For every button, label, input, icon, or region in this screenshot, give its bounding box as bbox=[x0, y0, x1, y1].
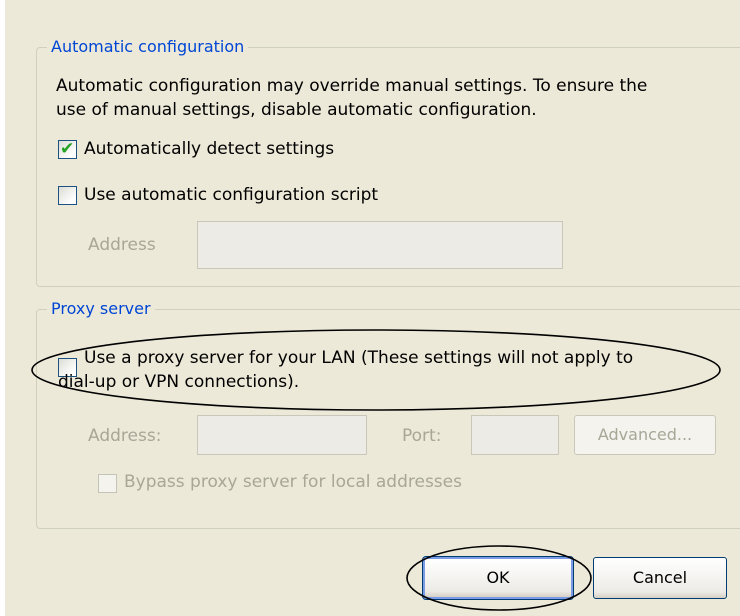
automatic-configuration-group: Automatic configuration Automatic config… bbox=[36, 37, 740, 287]
lan-settings-dialog: Automatic configuration Automatic config… bbox=[0, 0, 740, 616]
proxy-address-input[interactable] bbox=[197, 415, 367, 455]
checkmark-icon: ✔ bbox=[60, 139, 75, 159]
ok-button[interactable]: OK bbox=[422, 556, 574, 600]
proxy-server-group: Proxy server Use a proxy server for your… bbox=[36, 299, 740, 529]
bypass-local-checkbox[interactable] bbox=[98, 474, 117, 493]
proxy-port-label: Port: bbox=[402, 426, 442, 446]
auto-config-description-line2: use of manual settings, disable automati… bbox=[56, 100, 537, 120]
bypass-local-label[interactable]: Bypass proxy server for local addresses bbox=[124, 471, 462, 494]
proxy-port-input[interactable] bbox=[471, 415, 559, 455]
use-proxy-label-line1[interactable]: Use a proxy server for your LAN (These s… bbox=[84, 347, 633, 370]
proxy-server-legend: Proxy server bbox=[47, 299, 155, 319]
auto-detect-checkbox[interactable]: ✔ bbox=[58, 139, 77, 159]
auto-script-checkbox[interactable] bbox=[58, 186, 77, 205]
auto-script-label[interactable]: Use automatic configuration script bbox=[84, 184, 378, 207]
advanced-button[interactable]: Advanced... bbox=[574, 415, 716, 455]
cancel-button[interactable]: Cancel bbox=[593, 557, 727, 599]
use-proxy-label-line2[interactable]: dial-up or VPN connections). bbox=[58, 371, 299, 394]
auto-config-description-line1: Automatic configuration may override man… bbox=[56, 76, 648, 96]
auto-script-address-input[interactable] bbox=[197, 221, 563, 269]
auto-detect-label[interactable]: Automatically detect settings bbox=[84, 138, 334, 161]
auto-script-address-label: Address bbox=[88, 235, 156, 255]
proxy-address-label: Address: bbox=[88, 426, 162, 446]
automatic-configuration-legend: Automatic configuration bbox=[47, 37, 249, 57]
